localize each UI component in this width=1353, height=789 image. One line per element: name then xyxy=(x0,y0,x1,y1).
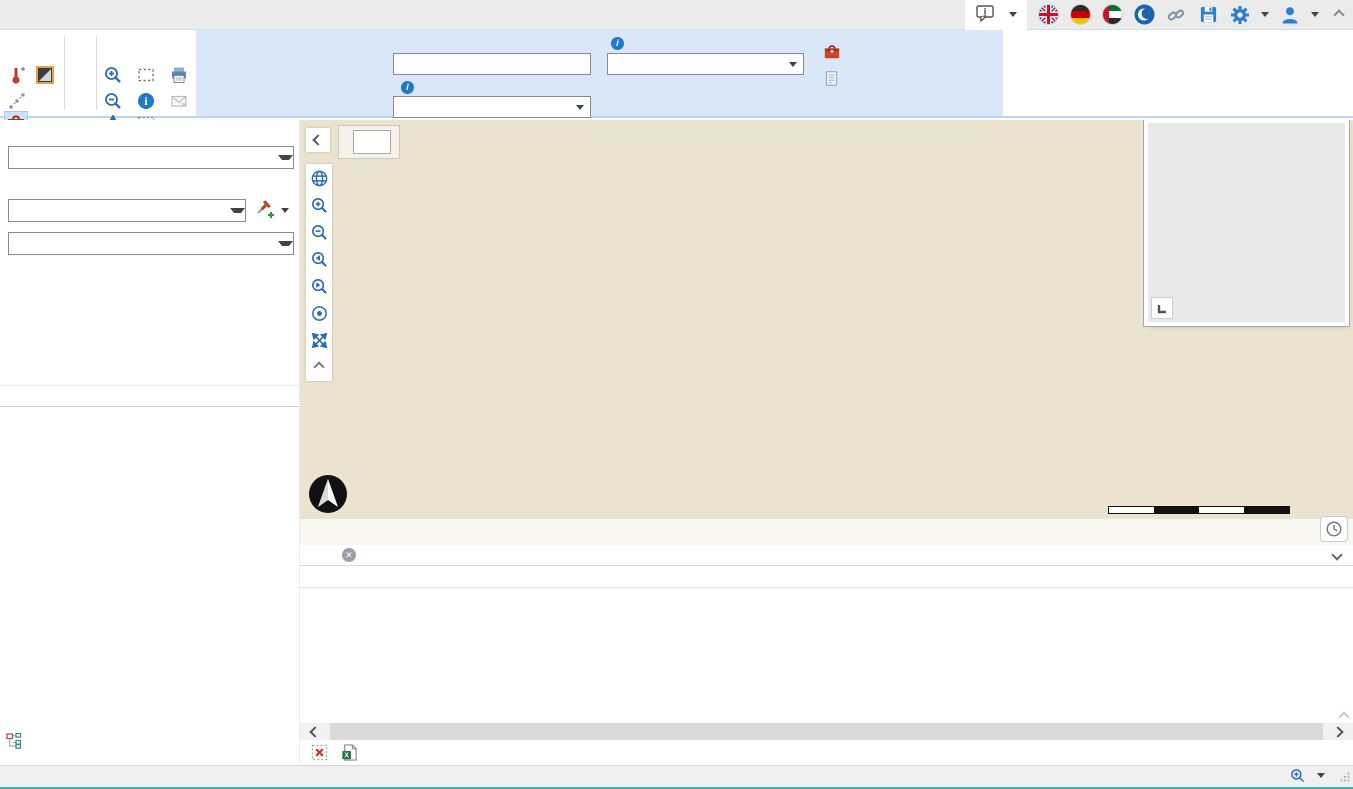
toolbox-icon xyxy=(823,43,841,61)
results-footer: X xyxy=(300,740,1353,765)
map-toolbar xyxy=(306,164,332,381)
svg-text:i: i xyxy=(984,7,987,17)
results-tab-row: ✕ xyxy=(300,545,1353,566)
full-extent-icon[interactable] xyxy=(309,330,329,350)
close-results-icon[interactable]: ✕ xyxy=(342,548,356,562)
ribbon: i i i xyxy=(0,30,1353,118)
tool-parameter-panel: i i xyxy=(196,30,1003,116)
date-label: i xyxy=(607,37,624,50)
geoprocessing-messages-button xyxy=(823,70,847,87)
mode-tree-icon xyxy=(6,732,23,749)
settings-chevron-icon[interactable] xyxy=(1261,12,1269,17)
scrollbar-track[interactable] xyxy=(330,723,1323,740)
zoom-in-icon[interactable] xyxy=(102,64,124,86)
scale-select[interactable] xyxy=(8,232,294,255)
share-link-icon[interactable] xyxy=(1165,4,1187,26)
bookmark-menu-chevron-icon[interactable] xyxy=(281,208,289,213)
swipe-layer-icon[interactable] xyxy=(34,64,56,86)
send-mail-icon[interactable] xyxy=(168,90,190,112)
municipality-info-icon[interactable]: i xyxy=(401,81,414,94)
map-extents-select[interactable] xyxy=(8,199,246,222)
messages-document-icon xyxy=(823,70,840,87)
minimap-collapse-icon[interactable] xyxy=(1151,297,1173,319)
locate-icon[interactable] xyxy=(309,303,329,323)
tab-themenergebnis[interactable]: ✕ xyxy=(334,548,356,562)
panel-collapse-chevron-icon[interactable] xyxy=(1331,549,1342,560)
left-sidebar xyxy=(0,120,300,765)
result-list-title xyxy=(300,566,1353,588)
zoom-out-icon[interactable] xyxy=(309,222,329,242)
print-icon[interactable] xyxy=(168,64,190,86)
municipality-label: i xyxy=(393,81,414,94)
add-bookmark-pin-icon[interactable] xyxy=(252,199,274,224)
chevron-down-icon xyxy=(1009,12,1017,17)
app-status-bar xyxy=(0,765,1353,789)
rectangle-select-icon[interactable] xyxy=(135,64,157,86)
ribbon-separator xyxy=(96,36,97,110)
zoom-menu-chevron-icon xyxy=(1317,773,1325,778)
previous-extent-icon[interactable] xyxy=(309,249,329,269)
language-english-flag-icon[interactable] xyxy=(1037,4,1059,26)
geoprocessing-start-button[interactable] xyxy=(823,43,848,61)
measure-temperature-icon[interactable] xyxy=(6,64,28,86)
horizontal-scrollbar[interactable] xyxy=(300,723,1353,740)
speech-bubble-info-icon: i xyxy=(975,3,995,26)
language-crescent-icon[interactable] xyxy=(1133,4,1155,26)
view-select[interactable] xyxy=(8,146,294,169)
calc-table-input[interactable] xyxy=(393,53,591,75)
map-viewport[interactable] xyxy=(300,120,1353,545)
overview-minimap[interactable] xyxy=(1148,123,1345,322)
menu-bar: i xyxy=(0,0,1353,30)
collapse-toolbar-icon[interactable] xyxy=(1333,9,1344,20)
overview-globe-icon[interactable] xyxy=(309,168,329,188)
user-chevron-icon[interactable] xyxy=(1311,12,1319,17)
zoom-out-icon[interactable] xyxy=(102,90,124,112)
save-icon[interactable] xyxy=(1197,4,1219,26)
visible-themes-button[interactable]: i xyxy=(965,0,1027,30)
zoom-magnifier-icon xyxy=(1290,768,1305,783)
next-extent-icon[interactable] xyxy=(309,276,329,296)
north-arrow-icon xyxy=(308,474,348,517)
export-excel-icon[interactable]: X xyxy=(339,743,359,763)
results-panel: ✕ X xyxy=(300,545,1353,765)
zoom-in-icon[interactable] xyxy=(309,195,329,215)
i-want-to-search xyxy=(338,125,400,159)
switch-mode-button[interactable] xyxy=(6,732,29,749)
date-info-icon[interactable]: i xyxy=(611,37,624,50)
ribbon-separator xyxy=(64,36,65,110)
settings-gear-icon[interactable] xyxy=(1229,4,1251,26)
svg-text:X: X xyxy=(344,752,349,760)
municipality-select[interactable] xyxy=(393,96,591,118)
clear-result-icon[interactable] xyxy=(309,743,329,763)
scroll-right-icon[interactable] xyxy=(1323,723,1353,740)
toolbar-collapse-up-icon[interactable] xyxy=(309,357,329,377)
coordinate-status xyxy=(300,519,1353,545)
sidebar-tabs xyxy=(0,385,299,407)
scroll-left-icon[interactable] xyxy=(300,723,330,740)
user-icon[interactable] xyxy=(1279,4,1301,26)
language-arabic-flag-icon[interactable] xyxy=(1101,4,1123,26)
date-select[interactable] xyxy=(607,53,804,75)
scale-bar xyxy=(1108,505,1290,514)
results-table-area xyxy=(300,588,1353,723)
sketch-measure-icon[interactable] xyxy=(6,90,28,112)
menu-bar-right: i xyxy=(0,0,1353,29)
i-want-to-input[interactable] xyxy=(353,130,391,154)
language-german-flag-icon[interactable] xyxy=(1069,4,1091,26)
identify-info-icon[interactable]: i xyxy=(135,90,157,112)
sidebar-collapse-button[interactable] xyxy=(306,128,330,152)
resize-grip[interactable] xyxy=(1340,771,1350,785)
app-window: { "menu": { "items": ["NAVIGATION", "SEL… xyxy=(0,0,1353,789)
time-slider-clock-icon[interactable] xyxy=(1320,516,1348,542)
browser-zoom-control[interactable] xyxy=(1290,768,1325,783)
scroll-up-icon[interactable] xyxy=(1338,711,1349,722)
